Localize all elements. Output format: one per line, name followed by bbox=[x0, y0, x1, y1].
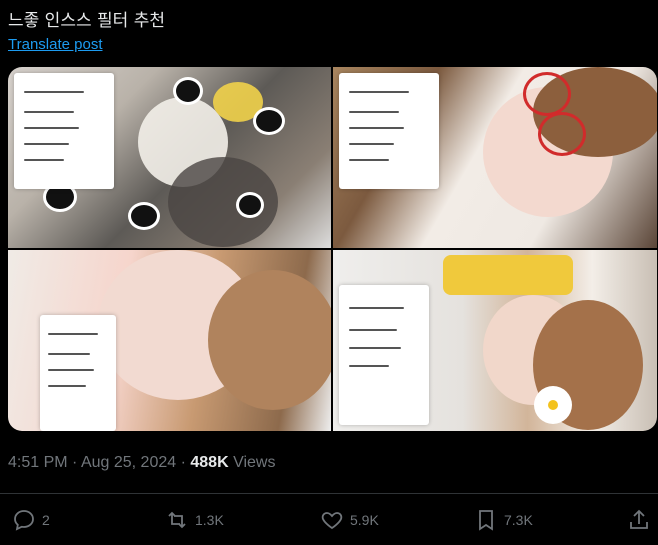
action-bar: 2 1.3K 5.9K 7.3K bbox=[0, 508, 658, 536]
bookmark-count: 7.3K bbox=[504, 512, 533, 528]
views-label: Views bbox=[233, 454, 276, 471]
repost-count: 1.3K bbox=[195, 512, 224, 528]
bookmark-icon bbox=[479, 510, 493, 531]
photo-1[interactable] bbox=[8, 67, 331, 248]
post-metadata: 4:51 PM · Aug 25, 2024 · 488K Views bbox=[8, 454, 275, 472]
reply-count: 2 bbox=[42, 512, 50, 528]
share-icon bbox=[630, 509, 648, 529]
story-panel bbox=[339, 285, 429, 425]
repost-icon bbox=[168, 511, 186, 529]
reply-button[interactable]: 2 bbox=[12, 508, 50, 532]
meta-separator: · bbox=[72, 454, 78, 471]
repost-button[interactable]: 1.3K bbox=[165, 508, 224, 532]
divider bbox=[0, 493, 658, 494]
like-button[interactable]: 5.9K bbox=[320, 508, 379, 532]
bookmark-button[interactable]: 7.3K bbox=[474, 508, 533, 532]
post-date[interactable]: Aug 25, 2024 bbox=[81, 454, 176, 471]
photo-4[interactable] bbox=[333, 250, 657, 431]
like-count: 5.9K bbox=[350, 512, 379, 528]
meta-separator: · bbox=[180, 454, 186, 471]
story-panel bbox=[339, 73, 439, 189]
story-panel bbox=[14, 73, 114, 189]
heart-icon bbox=[321, 512, 343, 530]
views-count: 488K bbox=[190, 454, 229, 471]
photo-3[interactable] bbox=[8, 250, 331, 431]
reply-icon bbox=[14, 510, 34, 531]
translate-post-link[interactable]: Translate post bbox=[8, 36, 103, 53]
post-text: 느좋 인스스 필터 추천 bbox=[8, 11, 165, 31]
post-time[interactable]: 4:51 PM bbox=[8, 454, 68, 471]
share-button[interactable] bbox=[627, 508, 651, 532]
photo-2[interactable] bbox=[333, 67, 657, 248]
media-grid bbox=[8, 67, 657, 431]
story-panel bbox=[40, 315, 116, 431]
